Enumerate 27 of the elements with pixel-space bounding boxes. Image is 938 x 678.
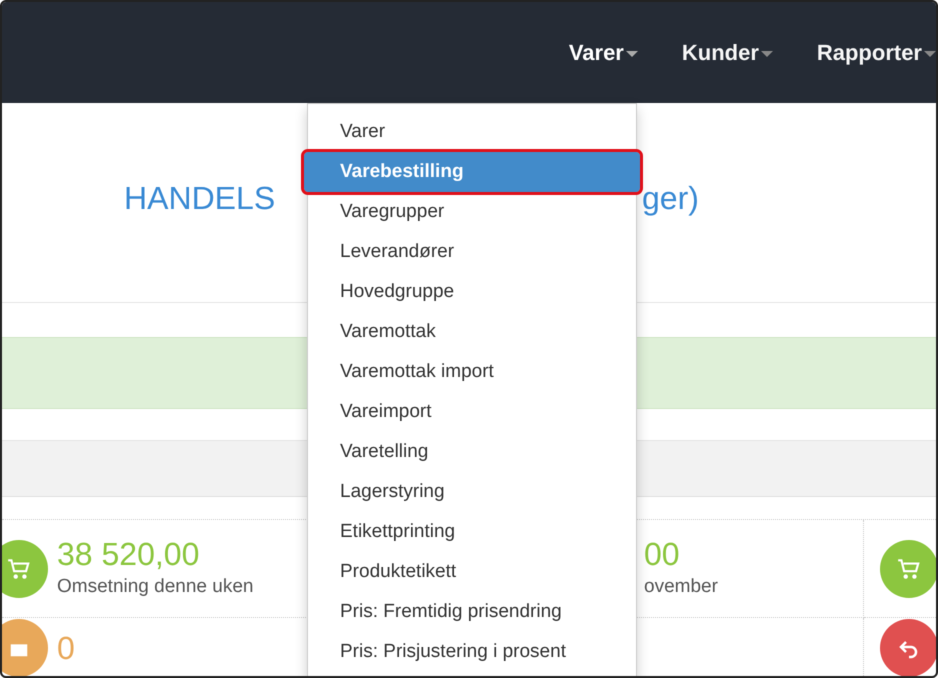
caret-icon	[626, 50, 638, 58]
nav-menu[interactable]: Varer	[568, 36, 638, 69]
caret-icon	[924, 50, 936, 58]
menu-item[interactable]: Vareimport	[308, 392, 636, 432]
stat-value: 00	[644, 535, 681, 574]
page-heading: ger)	[642, 178, 699, 218]
nav-menu[interactable]: Rapporter	[816, 36, 936, 69]
menu-item[interactable]: Etikettprinting	[308, 512, 636, 552]
menu-item[interactable]: Varemottak import	[308, 352, 636, 392]
stat-label: Omsetning denne uken	[57, 575, 254, 600]
menu-item[interactable]: Lagerstyring	[308, 472, 636, 512]
menu-item[interactable]: Pris: Fremtidig prisendring	[308, 592, 636, 632]
menu-item[interactable]: Produktetikett	[308, 552, 636, 592]
stat-label: ovember	[644, 575, 719, 600]
menu-item[interactable]: Leverandører	[308, 232, 636, 272]
menu-item[interactable]: Varebestilling	[304, 152, 640, 192]
menu-item[interactable]: Pris: Prisjustering i prosent	[308, 632, 636, 672]
stat-value: 0	[57, 628, 75, 666]
page-heading: HANDELS	[124, 178, 276, 218]
stat-value: 38 520,00	[57, 535, 200, 574]
menu-item[interactable]: Varegrupper	[308, 192, 636, 232]
menu-item[interactable]: Varer	[308, 112, 636, 152]
menu-item[interactable]: Varetelling	[308, 432, 636, 472]
menu-item[interactable]: Hovedgruppe	[308, 272, 636, 312]
caret-icon	[760, 50, 773, 58]
menu-item[interactable]: Varemottak	[308, 312, 636, 352]
nav-menu[interactable]: Kunder	[682, 36, 773, 69]
